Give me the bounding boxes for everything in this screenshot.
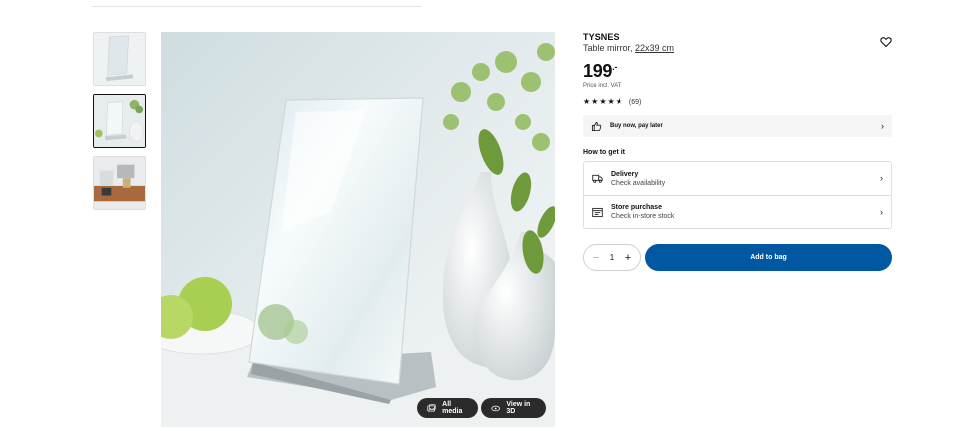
all-media-button[interactable]: All media	[417, 398, 478, 418]
all-media-label: All media	[442, 401, 463, 415]
star-icon: ★	[583, 97, 591, 106]
product-size-link[interactable]: 22x39 cm	[635, 43, 674, 53]
product-price: 199.-	[583, 57, 892, 81]
product-type: Table mirror,	[583, 43, 633, 53]
heart-icon[interactable]	[880, 36, 892, 48]
store-purchase-subtitle: Check in-store stock	[611, 213, 675, 220]
delivery-text: Delivery Check availability	[611, 171, 665, 187]
delivery-subtitle: Check availability	[611, 179, 666, 187]
decrease-quantity-button[interactable]: −	[591, 252, 601, 264]
rating-summary[interactable]: ★ ★ ★ ★ ★ (69)	[583, 97, 892, 107]
star-icon: ★	[591, 97, 599, 106]
star-icon: ★	[599, 97, 607, 106]
store-purchase-title: Store purchase	[611, 204, 662, 211]
buy-now-pay-later-banner[interactable]: Buy now, pay later ›	[583, 115, 892, 137]
thumbnail-2[interactable]	[93, 94, 146, 148]
product-description: Table mirror, 22x39 cm	[583, 43, 892, 53]
chevron-right-icon: ›	[881, 121, 884, 131]
top-divider	[92, 6, 422, 7]
thumbnail-3[interactable]	[93, 156, 146, 210]
quantity-value[interactable]: 1	[610, 253, 614, 262]
thumbnail-1[interactable]	[93, 32, 146, 86]
mirror-with-vase-thumbnail-image	[94, 95, 145, 147]
thumbs-up-bag-icon	[591, 121, 602, 131]
product-info-panel: TYSNES Table mirror, 22x39 cm 199.- Pric…	[583, 32, 892, 271]
price-vat-note: Price incl. VAT	[583, 83, 622, 89]
3d-view-icon	[491, 405, 500, 411]
truck-icon	[592, 174, 603, 183]
chevron-right-icon: ›	[880, 173, 883, 183]
add-to-bag-button[interactable]: Add to bag	[645, 244, 892, 271]
product-name: TYSNES	[583, 32, 620, 42]
delivery-title: Delivery	[611, 170, 639, 178]
view-in-3d-label: View in 3D	[506, 401, 531, 415]
review-count: (69)	[628, 98, 642, 106]
how-to-get-it-heading: How to get it	[583, 149, 625, 156]
thumbnail-list	[93, 32, 146, 218]
price-integer: 199	[583, 61, 613, 81]
delivery-option[interactable]: Delivery Check availability ›	[584, 162, 891, 195]
quantity-stepper: − 1 +	[583, 244, 641, 271]
gallery-icon	[427, 403, 436, 412]
store-purchase-text: Store purchase Check in-store stock	[611, 204, 674, 220]
mirror-thumbnail-image	[94, 33, 145, 85]
increase-quantity-button[interactable]: +	[623, 252, 633, 264]
mirror-photo	[161, 32, 555, 427]
store-icon	[592, 207, 603, 217]
store-purchase-option[interactable]: Store purchase Check in-store stock ›	[584, 195, 891, 228]
main-product-image[interactable]: All media View in 3D	[161, 32, 555, 427]
fulfillment-options: Delivery Check availability › Store purc…	[583, 161, 892, 229]
chevron-right-icon: ›	[880, 207, 883, 217]
view-in-3d-button[interactable]: View in 3D	[481, 398, 546, 418]
price-decimal: .-	[612, 62, 618, 72]
purchase-controls: − 1 + Add to bag	[583, 244, 892, 271]
bnpl-label: Buy now, pay later	[610, 123, 663, 129]
room-scene-thumbnail-image	[94, 157, 145, 209]
half-star-icon: ★	[615, 97, 623, 106]
star-icon: ★	[607, 97, 615, 106]
